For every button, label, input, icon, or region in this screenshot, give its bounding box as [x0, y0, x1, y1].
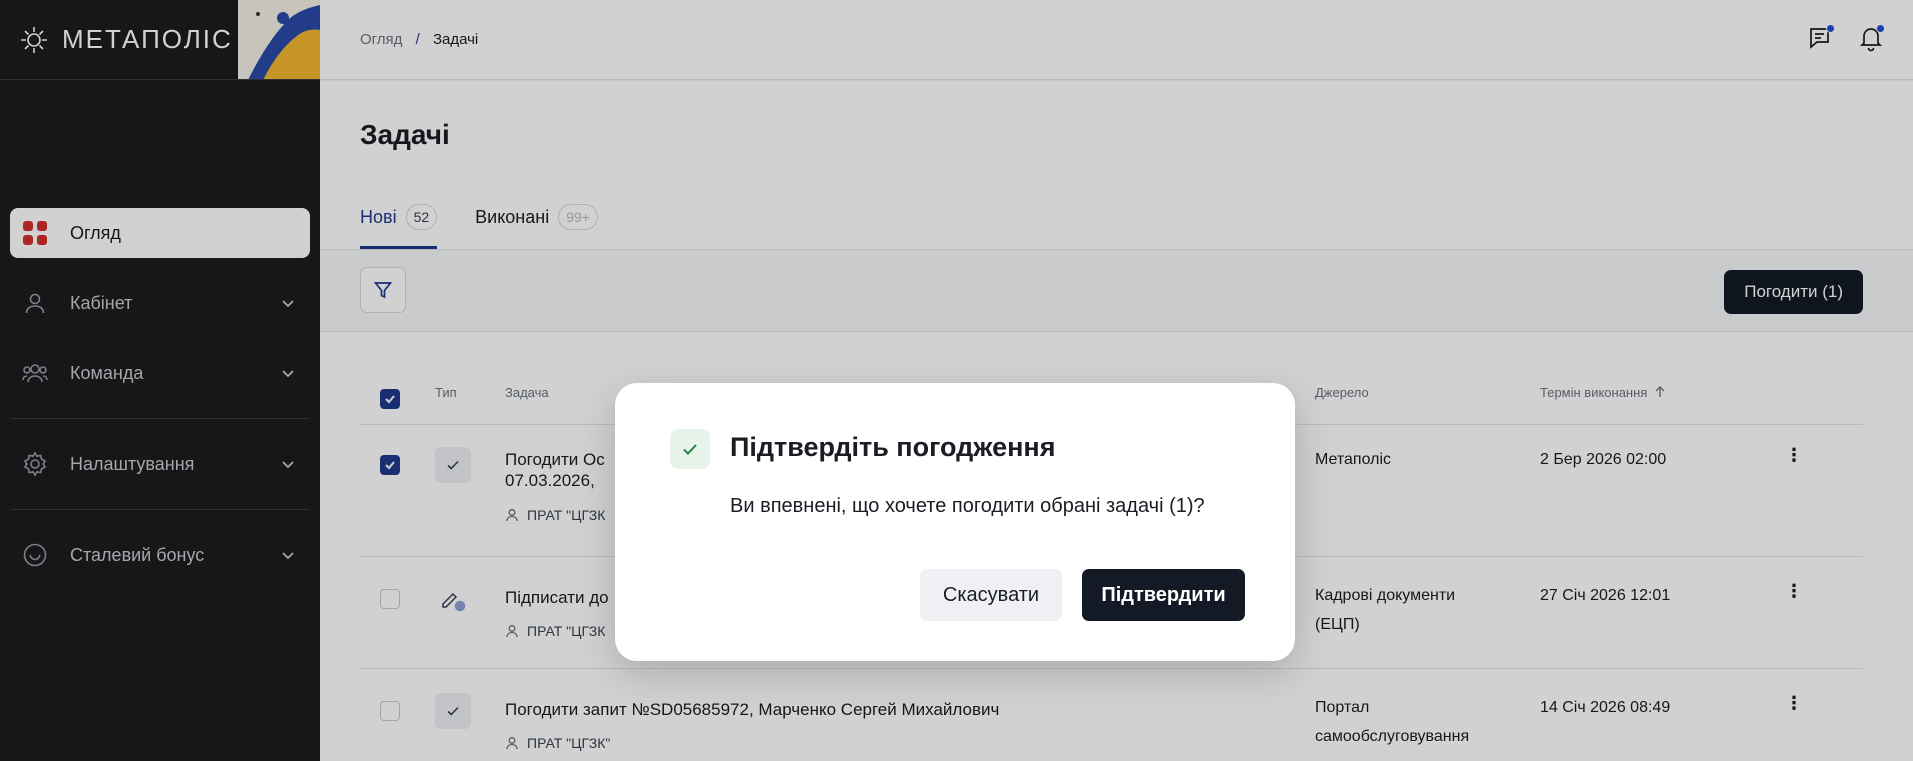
confirm-button[interactable]: Підтвердити: [1082, 569, 1245, 621]
confirm-approval-dialog: Підтвердіть погодження Ви впевнені, що х…: [615, 383, 1295, 661]
check-icon: [670, 429, 710, 469]
cancel-button[interactable]: Скасувати: [920, 569, 1062, 621]
dialog-title: Підтвердіть погодження: [730, 432, 1056, 462]
dialog-message: Ви впевнені, що хочете погодити обрані з…: [730, 495, 1205, 517]
